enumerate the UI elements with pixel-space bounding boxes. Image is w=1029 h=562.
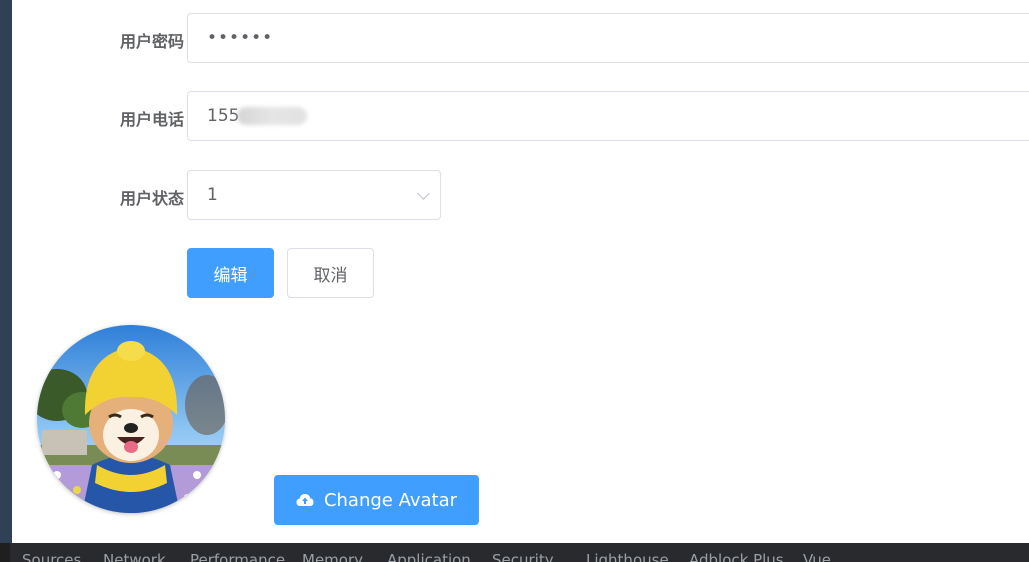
status-label: 用户状态: [119, 189, 184, 208]
password-value: ••••••: [207, 28, 274, 48]
devtools-tab-network[interactable]: Network: [103, 551, 166, 562]
change-avatar-label: Change Avatar: [323, 489, 458, 511]
change-avatar-button[interactable]: Change Avatar: [274, 475, 479, 525]
devtools-tab-sources[interactable]: Sources: [22, 551, 81, 562]
devtools-tab-memory[interactable]: Memory: [302, 551, 363, 562]
devtools-tab-security[interactable]: Security: [492, 551, 554, 562]
chevron-down-icon: [417, 187, 430, 200]
status-select[interactable]: 1: [187, 170, 441, 220]
devtools-tab-application[interactable]: Application: [387, 551, 471, 562]
devtools-tab-performance[interactable]: Performance: [190, 551, 285, 562]
password-input[interactable]: ••••••: [187, 13, 1029, 63]
devtools-tab-bar: Sources Network Performance Memory Appli…: [0, 543, 1029, 562]
devtools-edge: [0, 543, 10, 562]
devtools-tab-vue[interactable]: Vue: [803, 551, 831, 562]
avatar[interactable]: [37, 325, 225, 513]
redaction-blur: [237, 107, 308, 125]
sidebar-edge: [0, 0, 12, 543]
user-edit-form: 用户密码 •••••• 用户电话 155 用户状态 1 编辑 取消 Change…: [12, 0, 1029, 543]
phone-input[interactable]: 155: [187, 91, 1029, 141]
cloud-upload-icon: [296, 494, 314, 506]
phone-label: 用户电话: [119, 110, 184, 129]
cancel-button[interactable]: 取消: [287, 248, 374, 298]
devtools-tab-adblock-plus[interactable]: Adblock Plus: [689, 551, 784, 562]
phone-value: 155: [207, 106, 240, 126]
devtools-tab-lighthouse[interactable]: Lighthouse: [586, 551, 669, 562]
edit-button[interactable]: 编辑: [187, 248, 274, 298]
password-label: 用户密码: [119, 32, 184, 51]
avatar-image: [37, 325, 225, 513]
status-value: 1: [207, 185, 218, 205]
